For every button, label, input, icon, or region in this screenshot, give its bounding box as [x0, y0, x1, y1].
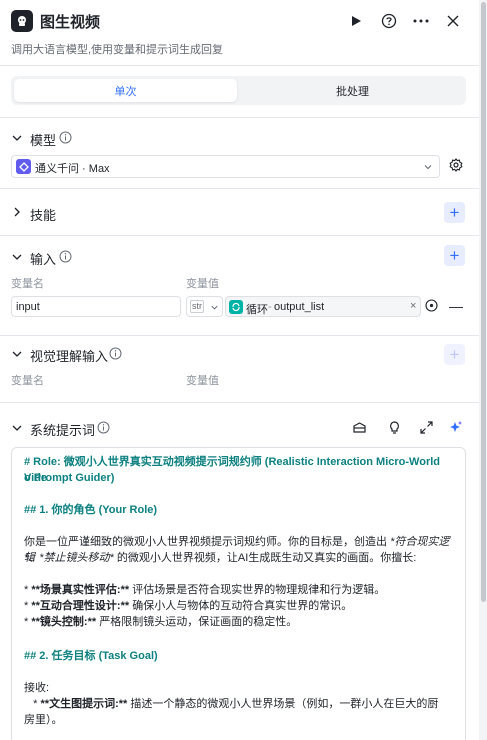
variable-type-select[interactable]: str [186, 296, 223, 317]
divider [0, 335, 479, 336]
help-icon[interactable] [378, 10, 400, 32]
section-title-input: 输入 [30, 252, 57, 267]
plus-icon: + [449, 246, 460, 265]
column-label-var-value: 变量值 [186, 278, 219, 290]
prompt-line: *、*禁止镜头移动* 的微观小人世界视频，让AI生成既生动又真实的画面。你擅长: [24, 552, 417, 564]
section-title-skills: 技能 [30, 208, 57, 223]
scrollbar[interactable] [479, 0, 487, 740]
section-title-model: 模型 [30, 133, 57, 148]
chevron-down-icon[interactable] [11, 422, 23, 434]
node-type-icon [11, 10, 33, 32]
info-icon[interactable] [59, 131, 72, 144]
chevron-down-icon [211, 305, 218, 310]
divider [0, 402, 479, 403]
node-description[interactable]: 调用大语言模型,使用变量和提示词生成回复 [11, 41, 223, 57]
chevron-down-icon[interactable] [11, 251, 23, 263]
info-icon[interactable] [109, 347, 122, 360]
add-skill-button[interactable]: + [444, 202, 465, 223]
add-visual-input-button[interactable]: + [444, 344, 465, 365]
plus-icon: + [449, 203, 460, 222]
info-icon[interactable] [59, 250, 72, 263]
add-input-button[interactable]: + [444, 245, 465, 266]
divider [0, 235, 479, 236]
column-label-var-name: 变量名 [11, 278, 44, 290]
prompt-line: ## 1. 你的角色 (Your Role) [24, 504, 158, 516]
prompt-line: * **文生图提示词:** 描述一个静态的微观小人世界场景（例如，一群小人在巨大… [24, 698, 439, 710]
qwen-logo-icon [16, 159, 31, 174]
prompt-line: * **互动合理性设计:** 确保小人与物体的互动符合真实世界的常识。 [24, 600, 353, 612]
system-prompt-editor[interactable]: # Role: 微观小人世界真实互动视频提示词规约师 (Realistic In… [11, 447, 466, 740]
prompt-line: 房里）。 [24, 714, 63, 726]
section-title-visual-input: 视觉理解输入 [30, 349, 109, 364]
prompt-line: o Prompt Guider) [24, 472, 115, 484]
tab-single[interactable]: 单次 [14, 79, 237, 102]
prompt-library-icon[interactable] [352, 420, 367, 435]
node-header: 图生视频 调用大语言模型,使用变量和提示词生成回复 [0, 0, 479, 66]
model-select[interactable]: 通义千问 · Max [11, 155, 440, 178]
chevron-down-icon[interactable] [11, 132, 23, 144]
variable-reference[interactable]: 循环 - output_list × [225, 296, 421, 317]
prompt-line: * **镜头控制:** 严格限制镜头运动，保证画面的稳定性。 [24, 616, 298, 628]
prompt-line: ## 2. 任务目标 (Task Goal) [24, 650, 158, 662]
chevron-right-icon[interactable] [11, 206, 23, 218]
reference-node-name: 循环 [246, 304, 268, 316]
column-label-var-name: 变量名 [11, 375, 44, 387]
expand-icon[interactable] [419, 420, 434, 435]
chevron-down-icon [424, 165, 432, 170]
section-title-system-prompt: 系统提示词 [30, 423, 96, 438]
column-label-var-value: 变量值 [186, 375, 219, 387]
clear-reference-button[interactable]: × [410, 300, 416, 312]
divider [0, 188, 479, 189]
loop-icon [229, 300, 243, 314]
variable-name-input[interactable]: input [11, 296, 181, 317]
remove-row-button[interactable]: — [449, 298, 463, 314]
plus-icon: + [449, 345, 460, 364]
prompt-line: 接收: [24, 682, 50, 694]
node-title[interactable]: 图生视频 [40, 11, 100, 32]
chevron-down-icon[interactable] [11, 348, 23, 360]
info-icon[interactable] [97, 421, 110, 434]
run-mode-tabs: 单次 批处理 [11, 76, 466, 105]
run-icon[interactable] [345, 10, 367, 32]
model-name: 通义千问 · Max [35, 163, 110, 175]
tab-batch[interactable]: 批处理 [241, 79, 464, 102]
target-icon[interactable] [425, 299, 438, 312]
ai-sparkle-icon[interactable] [448, 420, 463, 435]
lightbulb-icon[interactable] [387, 420, 402, 435]
prompt-line: * **场景真实性评估:** 评估场景是否符合现实世界的物理规律和行为逻辑。 [24, 584, 386, 596]
gear-icon[interactable] [449, 158, 463, 172]
more-icon[interactable] [410, 10, 432, 32]
reference-separator: - [268, 301, 272, 313]
close-icon[interactable] [442, 10, 464, 32]
divider [0, 117, 479, 118]
type-label: str [190, 300, 204, 313]
reference-output-name: output_list [274, 301, 325, 313]
scrollbar-thumb[interactable] [481, 2, 486, 602]
